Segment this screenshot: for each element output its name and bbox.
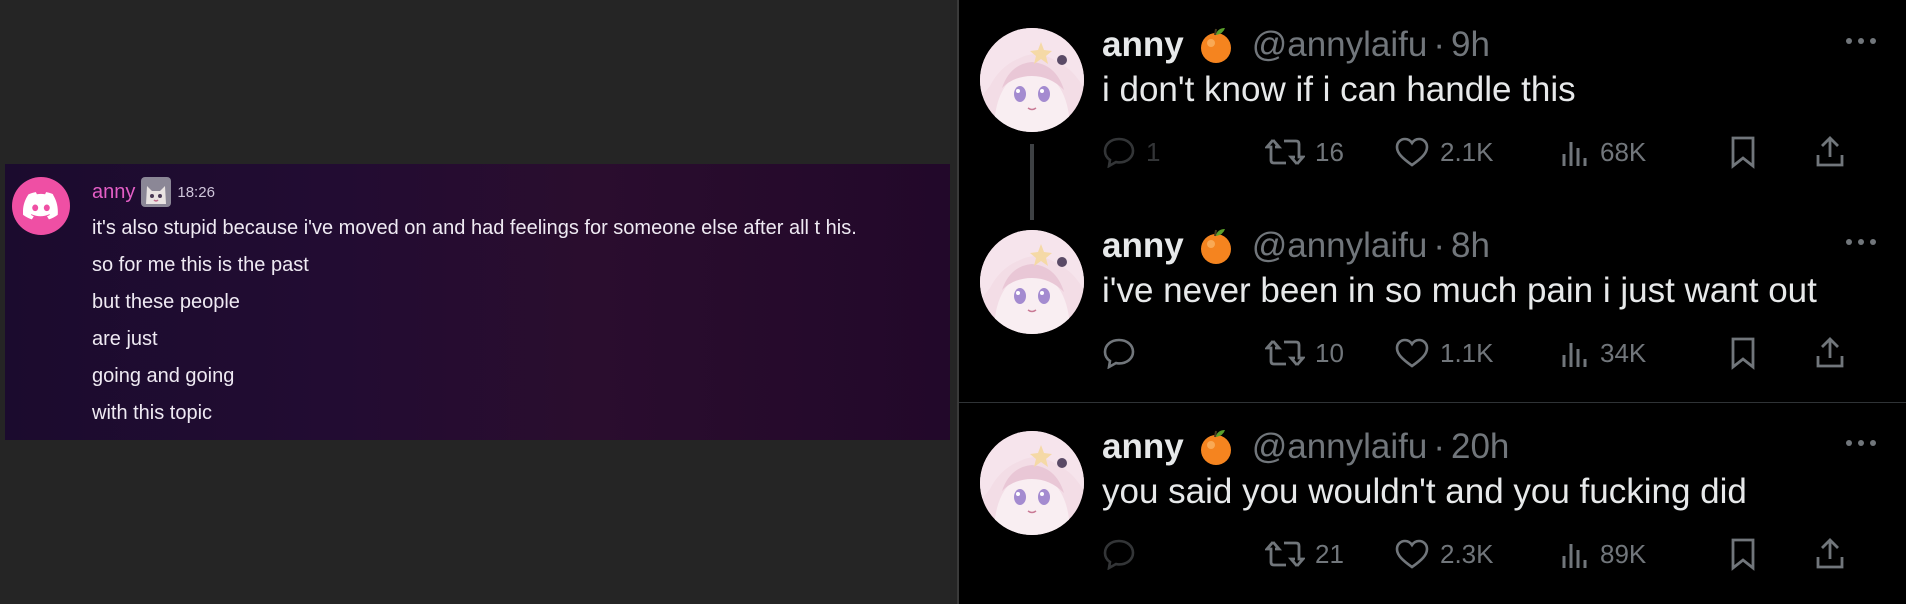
share-icon	[1816, 136, 1844, 167]
views-button[interactable]: 34K	[1560, 333, 1646, 373]
tweet-text: i've never been in so much pain i just w…	[1102, 271, 1817, 310]
reply-button[interactable]	[1102, 534, 1146, 574]
reply-button[interactable]: 1	[1102, 132, 1160, 172]
like-count: 2.3K	[1440, 538, 1494, 569]
avatar[interactable]	[980, 230, 1084, 334]
tweet-actions: 21 2.3K 89K	[1102, 534, 1882, 574]
separator-dot: ·	[1433, 427, 1445, 466]
cat-badge-icon	[141, 177, 172, 207]
user-handle[interactable]: @annylaifu	[1252, 226, 1428, 266]
user-handle[interactable]: @annylaifu	[1252, 427, 1428, 467]
views-count: 89K	[1600, 538, 1647, 569]
views-button[interactable]: 68K	[1560, 132, 1646, 172]
tweet[interactable]: anny @annylaifu · 9h i don't know if i c…	[959, 0, 1906, 220]
tweet-text: you said you wouldn't and you fucking di…	[1102, 472, 1747, 511]
retweet-count: 21	[1315, 538, 1344, 569]
views-chart-icon	[1562, 142, 1587, 166]
avatar[interactable]	[980, 28, 1084, 132]
views-count: 34K	[1600, 337, 1647, 368]
more-options-icon[interactable]	[1844, 237, 1878, 247]
retweet-icon	[1265, 541, 1305, 567]
tweet-header: anny @annylaifu · 9h	[1102, 22, 1490, 68]
share-button[interactable]	[1814, 132, 1846, 172]
discord-message-line: but these people	[92, 291, 240, 313]
tweet-header: anny @annylaifu · 20h	[1102, 424, 1509, 470]
like-button[interactable]: 2.3K	[1394, 534, 1494, 574]
like-count: 1.1K	[1440, 337, 1494, 368]
avatar[interactable]	[980, 431, 1084, 535]
tweet-actions: 10 1.1K 34K	[1102, 333, 1882, 373]
share-button[interactable]	[1814, 333, 1846, 373]
tweet[interactable]: anny @annylaifu · 20h you said you would…	[959, 402, 1906, 604]
discord-message-line: so for me this is the past	[92, 254, 309, 276]
retweet-button[interactable]: 16	[1265, 132, 1344, 172]
reply-icon	[1103, 338, 1135, 369]
retweet-icon	[1265, 139, 1305, 165]
retweet-count: 10	[1315, 337, 1344, 368]
separator-dot: ·	[1433, 25, 1445, 64]
discord-message-body: it's also stupid because i've moved on a…	[92, 210, 857, 432]
discord-logo-icon[interactable]	[12, 177, 70, 235]
discord-message-line: going and going	[92, 365, 235, 387]
discord-timestamp: 18:26	[177, 183, 215, 201]
retweet-count: 16	[1315, 136, 1344, 167]
heart-icon	[1395, 338, 1429, 368]
tangerine-emoji-icon	[1200, 28, 1231, 63]
like-count: 2.1K	[1440, 136, 1494, 167]
display-name[interactable]: anny	[1102, 427, 1184, 467]
discord-message: anny 18:26 it's also stupid because i've…	[5, 164, 950, 440]
tangerine-emoji-icon	[1200, 430, 1231, 465]
like-button[interactable]: 1.1K	[1394, 333, 1494, 373]
views-count: 68K	[1600, 136, 1647, 167]
tangerine-emoji-icon	[1200, 229, 1231, 264]
views-chart-icon	[1562, 544, 1587, 568]
twitter-thread-pane: anny @annylaifu · 9h i don't know if i c…	[957, 0, 1906, 604]
share-button[interactable]	[1814, 534, 1846, 574]
retweet-icon	[1265, 340, 1305, 366]
retweet-button[interactable]: 21	[1265, 534, 1344, 574]
discord-message-line: with this topic	[92, 402, 213, 424]
separator-dot: ·	[1433, 226, 1445, 265]
user-handle[interactable]: @annylaifu	[1252, 25, 1428, 65]
discord-message-line: are just	[92, 328, 158, 350]
discord-screenshot-pane: anny 18:26 it's also stupid because i've…	[0, 0, 957, 604]
more-options-icon[interactable]	[1844, 438, 1878, 448]
bookmark-icon	[1731, 337, 1755, 370]
tweet[interactable]: anny @annylaifu · 8h i've never been in …	[959, 201, 1906, 403]
views-button[interactable]: 89K	[1560, 534, 1646, 574]
more-options-icon[interactable]	[1844, 36, 1878, 46]
display-name[interactable]: anny	[1102, 25, 1184, 65]
tweet-time[interactable]: 9h	[1451, 25, 1490, 65]
reply-icon	[1103, 137, 1135, 168]
tweet-time[interactable]: 8h	[1451, 226, 1490, 266]
tweet-actions: 1 16 2.1K 68K	[1102, 132, 1882, 172]
discord-username[interactable]: anny	[92, 181, 135, 204]
share-icon	[1816, 337, 1844, 368]
bookmark-button[interactable]	[1729, 132, 1757, 172]
reply-button[interactable]	[1102, 333, 1146, 373]
bookmark-icon	[1731, 538, 1755, 571]
tweet-time[interactable]: 20h	[1451, 427, 1509, 467]
discord-message-header: anny 18:26	[92, 177, 215, 207]
heart-icon	[1395, 137, 1429, 167]
bookmark-icon	[1731, 136, 1755, 169]
heart-icon	[1395, 539, 1429, 569]
discord-message-line: it's also stupid because i've moved on a…	[92, 217, 857, 239]
tweet-header: anny @annylaifu · 8h	[1102, 223, 1490, 269]
reply-icon	[1103, 539, 1135, 570]
views-chart-icon	[1562, 343, 1587, 367]
reply-count: 1	[1146, 136, 1161, 167]
like-button[interactable]: 2.1K	[1394, 132, 1494, 172]
bookmark-button[interactable]	[1729, 333, 1757, 373]
share-icon	[1816, 538, 1844, 569]
tweet-text: i don't know if i can handle this	[1102, 70, 1576, 109]
display-name[interactable]: anny	[1102, 226, 1184, 266]
bookmark-button[interactable]	[1729, 534, 1757, 574]
retweet-button[interactable]: 10	[1265, 333, 1344, 373]
